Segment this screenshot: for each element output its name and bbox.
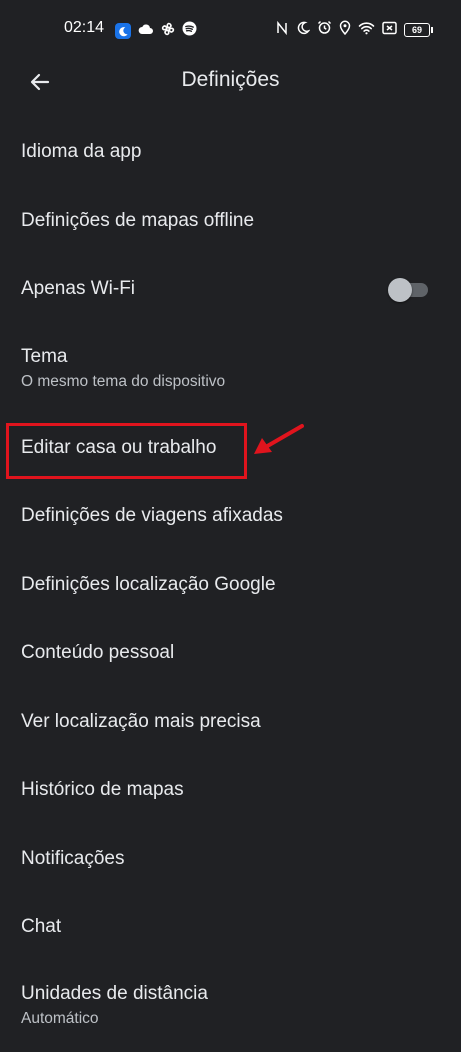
setting-precise-location[interactable]: Ver localização mais precisa — [0, 688, 461, 757]
setting-pinned-trips[interactable]: Definições de viagens afixadas — [0, 482, 461, 551]
setting-app-language[interactable]: Idioma da app — [0, 118, 461, 187]
setting-label: Definições de viagens afixadas — [21, 505, 283, 527]
do-not-disturb-icon — [296, 21, 311, 40]
setting-maps-history[interactable]: Histórico de mapas — [0, 756, 461, 825]
setting-theme[interactable]: Tema O mesmo tema do dispositivo — [0, 324, 461, 414]
status-time: 02:14 — [64, 19, 105, 36]
location-icon — [339, 20, 351, 40]
battery-level: 69 — [404, 23, 430, 37]
setting-edit-home-work[interactable]: Editar casa ou trabalho — [0, 414, 461, 483]
page-title: Definições — [181, 68, 280, 91]
setting-label: Histórico de mapas — [21, 779, 184, 801]
setting-label: Editar casa ou trabalho — [21, 436, 217, 458]
fan-icon — [161, 22, 175, 41]
alarm-icon — [317, 20, 332, 40]
setting-subtitle: O mesmo tema do dispositivo — [21, 372, 226, 390]
status-right-icons: 69 — [275, 20, 433, 40]
status-left-icons — [115, 21, 197, 41]
setting-subtitle: Automático — [21, 1009, 99, 1027]
setting-label: Notificações — [21, 847, 125, 869]
battery-icon: 69 — [404, 23, 433, 37]
wifi-only-toggle[interactable] — [388, 277, 428, 303]
setting-label: Ver localização mais precisa — [21, 710, 261, 732]
setting-label: Idioma da app — [21, 141, 142, 163]
setting-wifi-only[interactable]: Apenas Wi-Fi — [0, 255, 461, 324]
setting-notifications[interactable]: Notificações — [0, 825, 461, 894]
wifi-icon — [358, 21, 375, 40]
setting-chat[interactable]: Chat — [0, 893, 461, 962]
setting-offline-maps[interactable]: Definições de mapas offline — [0, 187, 461, 256]
setting-label: Chat — [21, 916, 62, 938]
setting-label: Definições localização Google — [21, 573, 276, 595]
moon-icon — [115, 23, 131, 39]
sim-icon — [382, 21, 397, 40]
status-bar: 02:14 69 — [0, 0, 461, 56]
setting-google-location[interactable]: Definições localização Google — [0, 551, 461, 620]
setting-label: Definições de mapas offline — [21, 209, 255, 231]
nfc-icon — [275, 20, 289, 40]
spotify-icon — [182, 21, 197, 41]
setting-distance-units[interactable]: Unidades de distância Automático — [0, 962, 461, 1052]
setting-label: Conteúdo pessoal — [21, 642, 175, 664]
toggle-thumb — [388, 278, 412, 303]
app-bar: Definições — [0, 56, 461, 108]
setting-label: Tema — [21, 345, 68, 367]
setting-label: Unidades de distância — [21, 982, 208, 1004]
cloud-icon — [138, 22, 154, 40]
settings-list: Idioma da app Definições de mapas offlin… — [0, 118, 461, 1052]
setting-personal-content[interactable]: Conteúdo pessoal — [0, 619, 461, 688]
